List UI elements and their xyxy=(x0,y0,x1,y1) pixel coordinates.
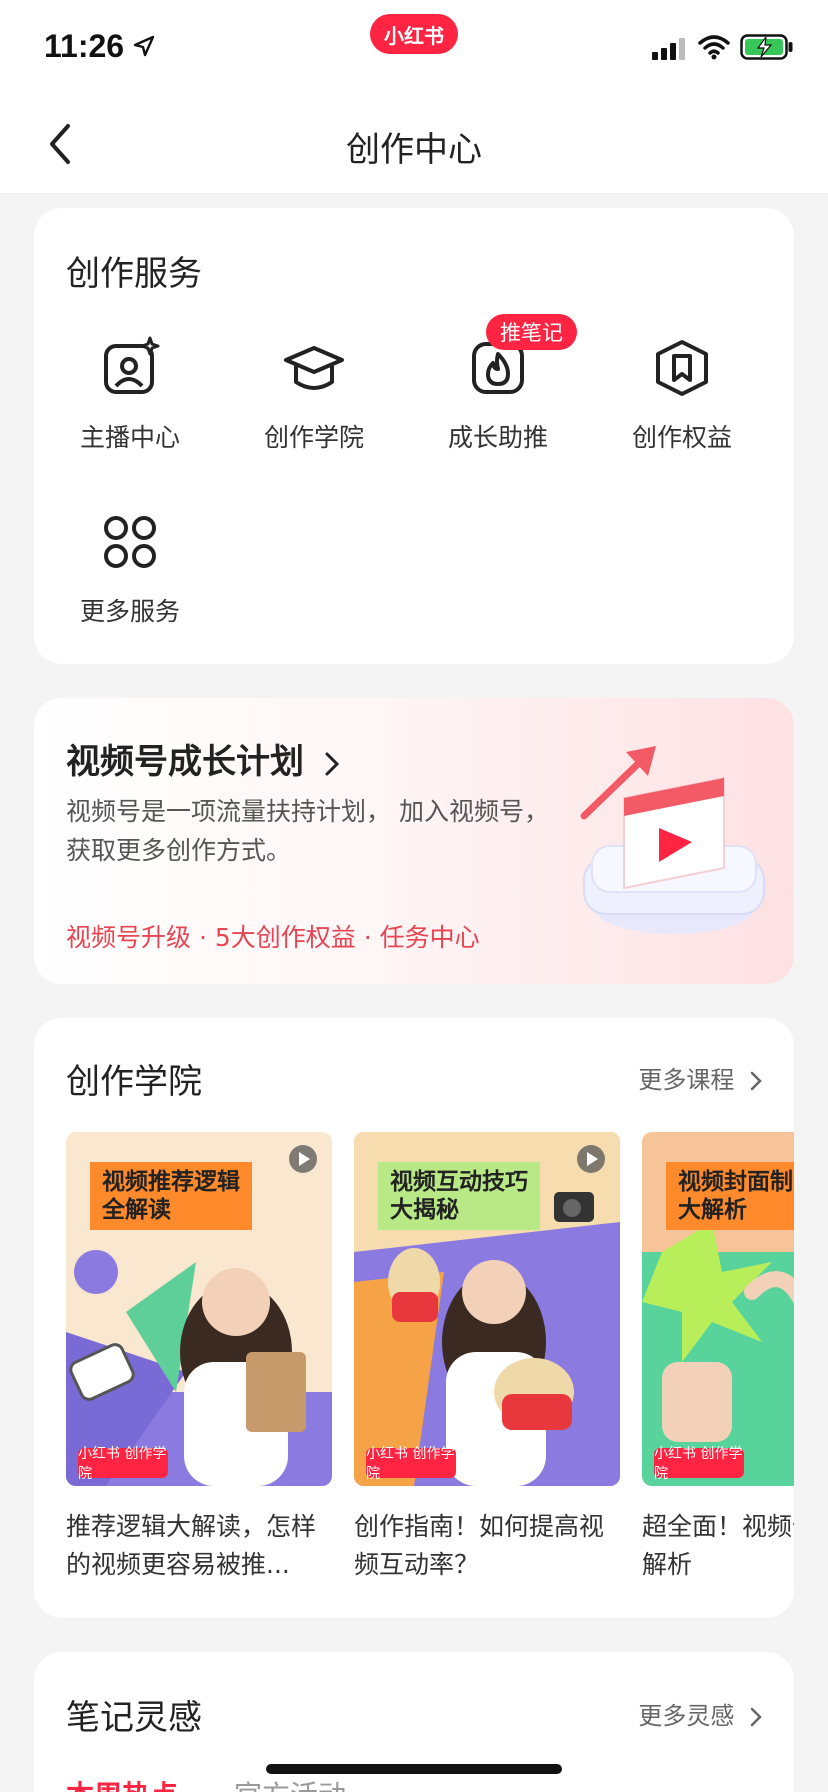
course-card[interactable]: 视频互动技巧 大揭秘 小红书 创作学院 创作指南！如何提高视频互动率？ xyxy=(354,1132,620,1584)
course-thumbnail: 视频推荐逻辑 全解读 小红书 创作学院 xyxy=(66,1132,332,1486)
wifi-icon xyxy=(698,35,730,60)
growth-title-text: 视频号成长计划 xyxy=(66,742,304,782)
service-label: 创作权益 xyxy=(631,423,732,452)
play-icon xyxy=(289,1145,317,1173)
signal-icon xyxy=(652,38,685,60)
academy-logo-badge: 小红书 创作学院 xyxy=(78,1446,168,1482)
status-time: 11:26 xyxy=(44,28,125,64)
growth-links[interactable]: 视频号升级 · 5大创作权益 · 任务中心 xyxy=(66,918,480,954)
growth-plan-card[interactable]: 视频号成长计划 视频号是一项流量扶持计划， 加入视频号，获取更多创作方式。 视频… xyxy=(34,698,794,984)
chevron-right-icon xyxy=(750,1707,762,1727)
tab-weekly-hot[interactable]: 本周热点 xyxy=(66,1774,178,1792)
more-courses-label: 更多课程 xyxy=(638,1066,735,1094)
tab-official-events[interactable]: 官方活动 xyxy=(234,1774,346,1792)
battery-charging-icon xyxy=(740,34,793,60)
service-growth-boost[interactable]: 成长助推 xyxy=(418,336,578,454)
play-icon xyxy=(577,1145,605,1173)
host-portrait-icon xyxy=(104,336,160,394)
course-card[interactable]: 视频推荐逻辑 全解读 小红书 创作学院 推荐逻辑大解读，怎样的视频更容易被推..… xyxy=(66,1132,332,1584)
services-title: 创作服务 xyxy=(66,254,202,294)
service-label: 成长助推 xyxy=(447,423,548,452)
chevron-right-icon xyxy=(750,1071,762,1091)
academy-title: 创作学院 xyxy=(66,1062,202,1102)
app-logo-pill: 小红书 xyxy=(370,14,458,54)
service-academy[interactable]: 创作学院 xyxy=(234,336,394,454)
course-title: 创作指南！如何提高视频互动率？ xyxy=(354,1512,605,1579)
growth-title[interactable]: 视频号成长计划 xyxy=(66,734,342,783)
academy-logo-badge: 小红书 创作学院 xyxy=(366,1446,456,1482)
course-thumbnail: 视频封面制 大解析 小红书 创作学院 xyxy=(642,1132,794,1486)
video-play-illustration xyxy=(580,746,765,934)
course-banner: 视频互动技巧 大揭秘 xyxy=(378,1162,540,1230)
service-more[interactable]: 更多服务 xyxy=(50,510,210,628)
service-creator-rights[interactable]: 创作权益 xyxy=(602,336,762,454)
academy-card: 创作学院 更多课程 视频推荐逻辑 全解读 小红书 创作学院 推荐逻辑大解读，怎样… xyxy=(34,1018,794,1618)
inspiration-title: 笔记灵感 xyxy=(66,1698,202,1738)
page-title: 创作中心 xyxy=(346,130,482,170)
more-inspiration-label: 更多灵感 xyxy=(638,1702,735,1730)
growth-description: 视频号是一项流量扶持计划， 加入视频号，获取更多创作方式。 xyxy=(66,797,549,865)
bookmark-shield-icon xyxy=(656,340,708,396)
location-arrow-icon xyxy=(133,35,155,57)
course-title: 推荐逻辑大解读，怎样的视频更容易被推... xyxy=(66,1512,317,1579)
more-courses-link[interactable]: 更多课程 xyxy=(638,1060,764,1095)
service-label: 创作学院 xyxy=(263,423,364,452)
status-bar: 11:26 小红书 xyxy=(0,0,828,96)
services-card: 创作服务 主播中心 创作学院 成长助推 推笔记 创作权益 更多服务 xyxy=(34,208,794,664)
academy-logo-badge: 小红书 创作学院 xyxy=(654,1446,744,1482)
more-inspiration-link[interactable]: 更多灵感 xyxy=(638,1696,764,1731)
course-banner: 视频封面制 大解析 xyxy=(666,1162,794,1230)
service-label: 主播中心 xyxy=(79,423,180,452)
grid-four-circles-icon xyxy=(104,516,156,568)
service-host-center[interactable]: 主播中心 xyxy=(50,336,210,454)
course-card[interactable]: 视频封面制 大解析 小红书 创作学院 超全面！视频作技巧大解析 xyxy=(642,1132,794,1584)
recommend-note-badge: 推笔记 xyxy=(486,314,577,350)
home-indicator xyxy=(266,1764,562,1774)
nav-bar: 创作中心 xyxy=(0,96,828,194)
course-thumbnail: 视频互动技巧 大揭秘 小红书 创作学院 xyxy=(354,1132,620,1486)
service-label: 更多服务 xyxy=(79,597,180,626)
course-banner: 视频推荐逻辑 全解读 xyxy=(90,1162,252,1230)
course-title: 超全面！视频作技巧大解析 xyxy=(642,1512,794,1579)
graduation-cap-icon xyxy=(284,346,344,390)
chevron-right-icon xyxy=(325,752,339,775)
